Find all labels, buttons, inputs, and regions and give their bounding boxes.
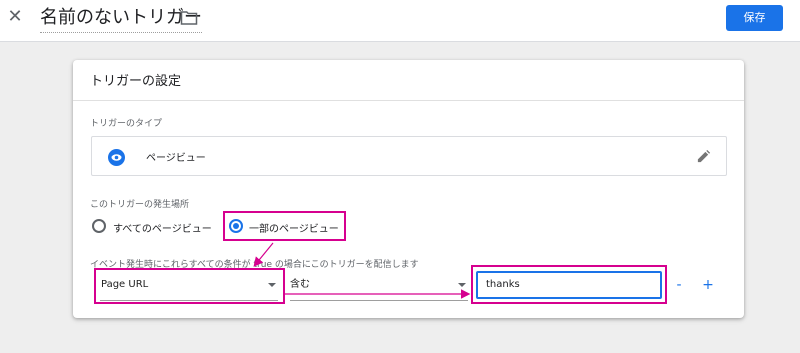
close-icon[interactable]: ✕ [6, 8, 24, 26]
top-bar: ✕ 名前のないトリガー 保存 [0, 0, 800, 42]
operator-select-value: 含む [290, 279, 310, 290]
card-title: トリガーの設定 [90, 74, 182, 89]
eye-icon [108, 149, 125, 166]
firing-location-label: このトリガーの発生場所 [90, 200, 190, 210]
radio-all-pageviews-label[interactable]: すべてのページビュー [113, 220, 212, 235]
trigger-config-card: トリガーの設定 トリガーのタイプ ページビュー このトリガーの発生場所 すべての… [73, 60, 744, 318]
trigger-name-field[interactable]: 名前のないトリガー [40, 7, 202, 33]
radio-all-pageviews[interactable] [92, 219, 106, 233]
trigger-type-name: ページビュー [146, 153, 206, 164]
folder-icon[interactable] [180, 10, 198, 26]
add-condition-button[interactable]: + [702, 275, 714, 295]
save-button[interactable]: 保存 [726, 5, 783, 31]
highlight-box-value [471, 265, 667, 304]
highlight-box-radio [223, 211, 346, 241]
trigger-type-label: トリガーのタイプ [90, 119, 163, 129]
highlight-box-variable [94, 268, 285, 304]
trigger-type-selector[interactable]: ページビュー [91, 136, 727, 176]
divider [73, 100, 744, 101]
operator-select[interactable]: 含む [290, 274, 468, 301]
dropdown-caret-icon [458, 283, 466, 287]
remove-condition-button[interactable]: - [673, 275, 685, 295]
pencil-icon[interactable] [696, 149, 711, 164]
